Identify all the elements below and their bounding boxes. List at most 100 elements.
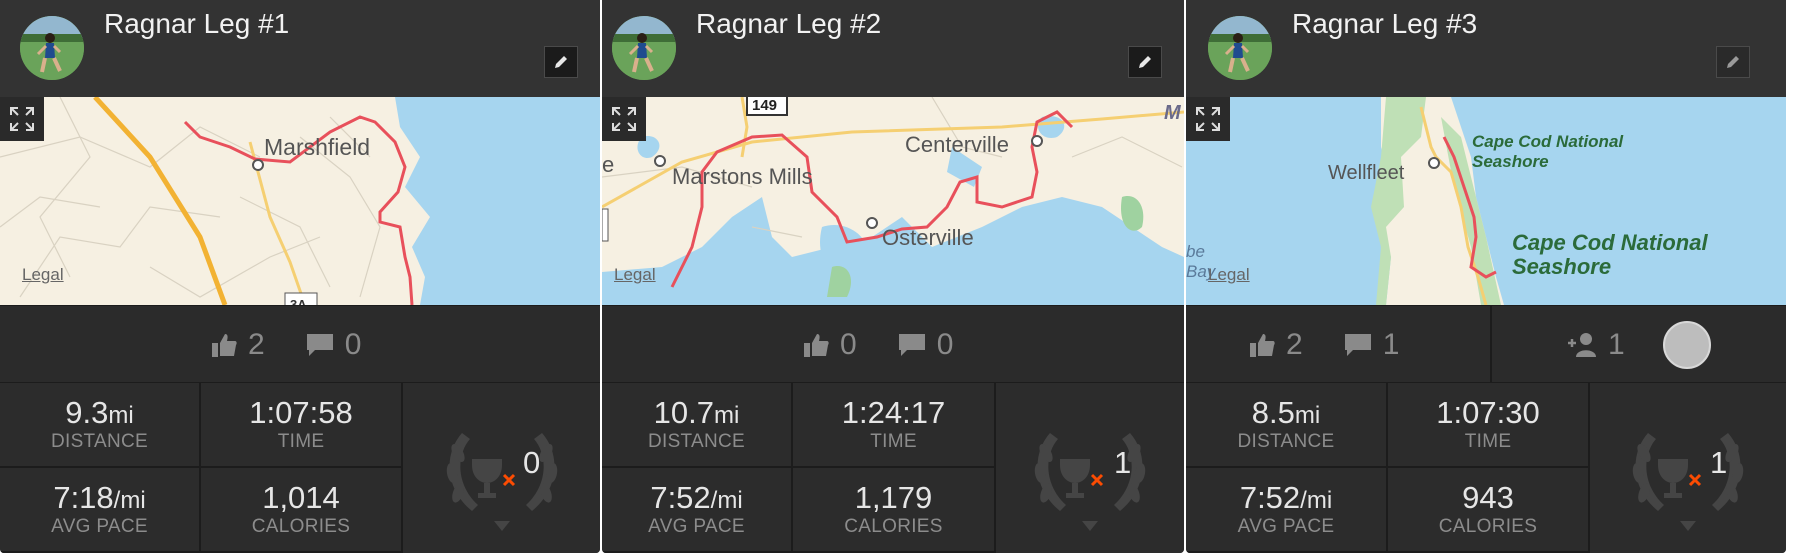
map-legal-link[interactable]: Legal (22, 265, 64, 285)
comment-button[interactable]: 0 (897, 328, 954, 362)
calories-stat: 1,179 CALORIES (793, 468, 996, 553)
follower-count: 1 (1608, 328, 1625, 361)
time-stat: 1:07:30 TIME (1388, 383, 1590, 468)
avatar[interactable] (1208, 16, 1272, 80)
athlete-avatar[interactable] (1662, 321, 1711, 369)
like-count: 2 (248, 328, 265, 361)
trophy-laurel-icon (446, 433, 557, 531)
map-legal-link[interactable]: Legal (1208, 265, 1250, 285)
edit-button[interactable] (1128, 46, 1162, 78)
follow-button[interactable]: 1 (1566, 328, 1625, 362)
activity-title[interactable]: Ragnar Leg #1 (104, 8, 289, 40)
pencil-icon (1139, 56, 1151, 68)
expand-arrows-icon (612, 107, 636, 131)
edit-button[interactable] (1716, 46, 1750, 78)
comment-button[interactable]: 0 (305, 328, 362, 362)
map-route-sign: 149 (752, 97, 777, 114)
map-edge-label: e (602, 152, 614, 177)
stats-panel: 8.5mi DISTANCE 1:07:30 TIME 7:52/mi AVG … (1186, 383, 1786, 553)
trophy-laurel-icon (1034, 433, 1146, 531)
pace-stat: 7:52/mi AVG PACE (602, 468, 793, 553)
map-town-label: Marshfield (264, 134, 370, 160)
distance-value: 9.3 (65, 395, 109, 430)
calories-value: 943 (1462, 480, 1514, 515)
activity-card-3: Ragnar Leg #3 Wellfleet Cape Cod Nationa… (1186, 0, 1786, 553)
calories-value: 1,179 (854, 480, 933, 515)
activity-card-1: Ragnar Leg #1 Marshfield 3A Legal 2 0 9.… (0, 0, 600, 553)
time-stat: 1:24:17 TIME (793, 383, 996, 468)
pace-value: 7:52 (650, 480, 711, 515)
social-divider (1490, 305, 1492, 383)
add-person-icon (1568, 333, 1596, 357)
distance-label: DISTANCE (1237, 431, 1335, 452)
activity-title[interactable]: Ragnar Leg #3 (1292, 8, 1477, 40)
pace-unit: /mi (1300, 487, 1333, 514)
comment-button[interactable]: 1 (1343, 328, 1400, 362)
avatar[interactable] (612, 16, 676, 80)
speech-bubble-icon (898, 334, 925, 356)
achievements-badge[interactable]: 1 (1590, 383, 1786, 553)
map-town-label: Osterville (882, 225, 974, 250)
calories-stat: 943 CALORIES (1388, 468, 1590, 553)
expand-map-button[interactable] (602, 97, 646, 141)
edit-button[interactable] (544, 46, 578, 78)
pace-label: AVG PACE (648, 516, 745, 537)
calories-label: CALORIES (844, 516, 943, 537)
route-map[interactable]: Marstons Mills Centerville Osterville 14… (602, 97, 1184, 305)
speech-bubble-icon (306, 334, 333, 356)
avatar[interactable] (20, 16, 84, 80)
map-legal-link[interactable]: Legal (614, 265, 656, 285)
social-bar: 2 0 (0, 305, 600, 383)
expand-arrows-icon (10, 107, 34, 131)
map-park-label: Seashore (1472, 152, 1549, 171)
time-stat: 1:07:58 TIME (201, 383, 403, 468)
pace-unit: /mi (113, 487, 146, 514)
achievements-badge[interactable]: 0 (403, 383, 600, 553)
pencil-icon (1727, 56, 1739, 68)
pace-stat: 7:18/mi AVG PACE (0, 468, 201, 553)
distance-label: DISTANCE (647, 431, 746, 452)
activity-card-2: Ragnar Leg #2 Marstons Mills Centerville… (602, 0, 1184, 553)
stats-panel: 10.7mi DISTANCE 1:24:17 TIME 7:52/mi AVG… (602, 383, 1184, 553)
comment-count: 0 (344, 328, 362, 361)
distance-unit: mi (1294, 402, 1321, 429)
like-button[interactable]: 0 (802, 328, 857, 362)
expand-map-button[interactable] (0, 97, 44, 141)
stats-panel: 9.3mi DISTANCE 1:07:58 TIME 7:18/mi AVG … (0, 383, 600, 553)
speech-bubble-icon (1344, 334, 1371, 356)
map-town-label: Centerville (905, 132, 1009, 157)
card-header: Ragnar Leg #3 (1186, 0, 1786, 97)
pace-stat: 7:52/mi AVG PACE (1186, 468, 1388, 553)
like-button[interactable]: 2 (1248, 328, 1303, 362)
time-value: 1:07:30 (1436, 395, 1540, 430)
map-park-label: Cape Cod National (1472, 132, 1624, 151)
distance-stat: 9.3mi DISTANCE (0, 383, 201, 468)
achievements-badge[interactable]: 1 (996, 383, 1184, 553)
thumbs-up-icon (804, 334, 829, 357)
card-header: Ragnar Leg #1 (0, 0, 600, 97)
comment-count: 0 (936, 328, 954, 361)
pace-value: 7:18 (53, 480, 114, 515)
comment-count: 1 (1382, 328, 1400, 361)
achievement-count: 1 (1114, 445, 1132, 480)
expand-map-button[interactable] (1186, 97, 1230, 141)
route-map[interactable]: Marshfield 3A Legal (0, 97, 600, 305)
like-button[interactable]: 2 (210, 328, 265, 362)
activity-title[interactable]: Ragnar Leg #2 (696, 8, 881, 40)
achievement-count: 0 (523, 445, 541, 480)
trophy-laurel-icon (1632, 433, 1744, 531)
calories-label: CALORIES (1438, 516, 1538, 537)
time-label: TIME (870, 431, 917, 452)
distance-value: 10.7 (653, 395, 714, 430)
like-count: 0 (840, 328, 857, 361)
achievement-count: 1 (1710, 445, 1728, 480)
calories-label: CALORIES (251, 516, 351, 537)
map-park-label: Cape Cod National (1512, 230, 1708, 255)
distance-value: 8.5 (1251, 395, 1295, 430)
card-header: Ragnar Leg #2 (602, 0, 1184, 97)
route-map[interactable]: Wellfleet Cape Cod National Seashore Cap… (1186, 97, 1786, 305)
calories-stat: 1,014 CALORIES (201, 468, 403, 553)
thumbs-up-icon (1250, 334, 1275, 357)
map-town-label: Wellfleet (1328, 162, 1405, 184)
expand-arrows-icon (1196, 107, 1220, 131)
